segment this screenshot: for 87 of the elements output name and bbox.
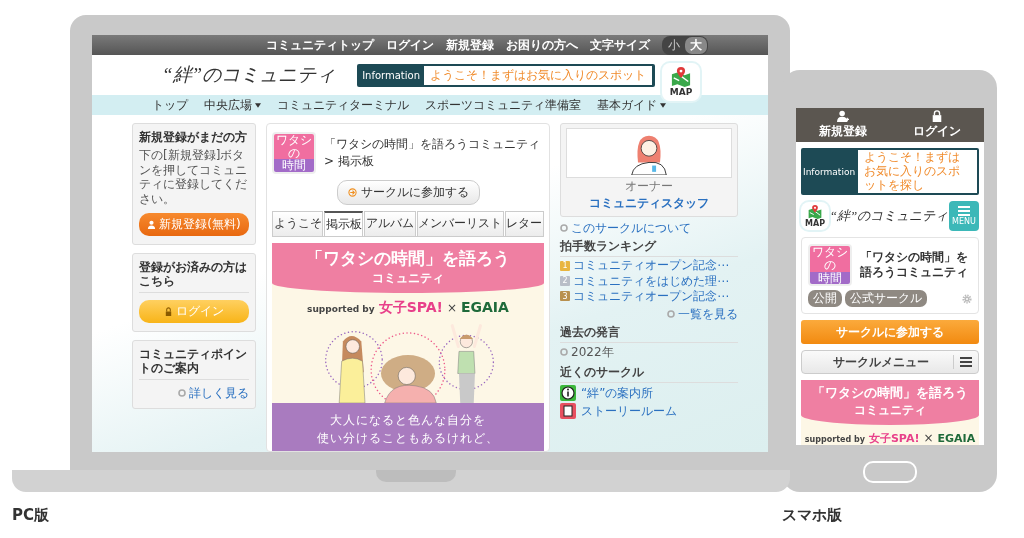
brand-logo: 女子SPA! xyxy=(378,298,443,317)
times-sign: × xyxy=(923,431,934,445)
padlock-icon xyxy=(930,110,944,122)
section-heading: 拍手数ランキング xyxy=(560,236,738,258)
supported-by-text: supported by xyxy=(804,435,865,445)
caption: スマホ版 xyxy=(782,506,843,525)
nav-item[interactable]: 中央広場 xyxy=(204,96,261,114)
info-icon xyxy=(560,384,576,401)
tab[interactable]: 掲示板 xyxy=(324,210,364,236)
site-logo[interactable]: “絆”のコミュニティ xyxy=(829,207,949,226)
tab[interactable]: アルバム xyxy=(364,210,416,236)
home-button[interactable] xyxy=(863,461,917,483)
view-all-link[interactable]: 一覧を見る xyxy=(678,306,738,321)
brand-logo: 女子SPA! xyxy=(868,431,920,445)
map-button[interactable]: MAP xyxy=(801,202,829,231)
circle-logo: ワタシ の 時間 xyxy=(808,244,852,287)
circle-title: 「ワタシの時間」を語ろうコミュニティ xyxy=(860,250,969,281)
rank-badge: 2 xyxy=(560,275,570,286)
font-size-option[interactable]: 大 xyxy=(685,36,707,54)
font-size-label: 文字サイズ xyxy=(590,36,650,54)
owner-name-link[interactable]: コミュニティスタッフ xyxy=(589,195,709,212)
menu-icon xyxy=(958,206,970,217)
enter-icon xyxy=(347,187,357,197)
information-label: Information xyxy=(803,166,856,177)
brand-logo: EGAIA xyxy=(461,298,509,315)
font-size-option[interactable]: 小 xyxy=(663,36,685,54)
bullet-icon xyxy=(560,348,568,357)
about-link[interactable]: このサークルについて xyxy=(571,221,691,236)
tab[interactable]: レター xyxy=(504,210,544,236)
panel-title: コミュニティポイントのご案内 xyxy=(139,346,249,380)
section-heading: 過去の発言 xyxy=(560,321,738,343)
nearby-circle-link[interactable]: ストーリールーム xyxy=(581,403,677,419)
bullet-icon xyxy=(178,388,186,397)
tab[interactable]: ようこそ xyxy=(272,210,324,236)
times-sign: × xyxy=(446,300,457,315)
join-circle-button[interactable]: サークルに参加する xyxy=(336,179,480,205)
banner-title: 「ワタシの時間」を語ろう xyxy=(812,384,968,403)
menu-icon xyxy=(960,357,972,368)
book-icon xyxy=(560,402,576,419)
ranking-link[interactable]: コミュニティをはじめた理⋯ xyxy=(573,273,729,289)
nav-item[interactable]: スポーツコミュニティ準備室 xyxy=(425,96,581,114)
banner-title: 「ワタシの時間」を語ろう xyxy=(306,246,510,270)
top-button[interactable]: ログイン xyxy=(890,108,984,142)
ranking-link[interactable]: コミュニティオープン記念⋯ xyxy=(573,289,729,304)
person-add-icon xyxy=(836,110,850,122)
owner-role: オーナー xyxy=(625,178,673,195)
panel-title: 新規登録がまだの方 xyxy=(139,130,248,145)
tag: 公式サークル xyxy=(845,290,927,308)
rank-badge: 3 xyxy=(560,291,570,302)
year-link[interactable]: 2022年 xyxy=(571,343,614,361)
tag: 公開 xyxy=(808,290,842,308)
panel-title: 登録がお済みの方はこちら xyxy=(139,259,249,293)
information-label: Information xyxy=(362,69,421,81)
settings-icon xyxy=(962,293,972,304)
padlock-icon xyxy=(164,306,173,316)
top-button[interactable]: 新規登録 xyxy=(796,108,890,142)
site-logo[interactable]: “絆”のコミュニティ xyxy=(162,62,336,88)
banner-subtitle: コミュニティ xyxy=(854,402,926,420)
caption: PC版 xyxy=(12,506,50,525)
person-icon xyxy=(147,219,157,229)
bullet-icon xyxy=(667,309,675,318)
top-link[interactable]: 新規登録 xyxy=(446,36,494,54)
map-pin-icon xyxy=(807,204,823,219)
nav-item[interactable]: コミュニティターミナル xyxy=(277,96,409,114)
bullet-icon xyxy=(560,224,568,233)
section-heading: 近くのサークル xyxy=(560,361,738,383)
top-link[interactable]: コミュニティトップ xyxy=(266,36,374,54)
top-link[interactable]: お困りの方へ xyxy=(506,36,578,54)
rank-badge: 1 xyxy=(560,260,570,271)
banner-subtitle: コミュニティ xyxy=(372,269,444,287)
breadcrumb: 「ワタシの時間」を語ろうコミュニティ > 掲示板 xyxy=(324,135,541,170)
supported-by-text: supported by xyxy=(307,303,375,314)
banner-message: 大人になると色んな自分を 使い分けることもあるけれど、 xyxy=(272,402,544,451)
circle-logo: ワタシ の 時間 xyxy=(272,132,316,174)
nav-item[interactable]: トップ xyxy=(152,96,188,114)
information-text: ようこそ！まずはお気に入りのスポットを探し xyxy=(858,150,977,194)
panel-text: 下の[新規登録]ボタンを押してコミュニティに登録してください。 xyxy=(139,148,248,206)
nearby-circle-link[interactable]: “絆”の案内所 xyxy=(581,385,654,401)
brand-logo: EGAIA xyxy=(937,432,976,445)
map-pin-icon xyxy=(670,67,692,87)
information-text: ようこそ！まずはお気に入りのスポット xyxy=(424,65,653,85)
top-link[interactable]: ログイン xyxy=(386,36,434,54)
details-link[interactable]: 詳しく見る xyxy=(189,385,249,400)
ranking-link[interactable]: コミュニティオープン記念⋯ xyxy=(573,258,729,273)
tab[interactable]: メンバーリスト xyxy=(416,210,504,236)
map-button[interactable]: MAP xyxy=(662,63,700,101)
circle-menu-button[interactable]: サークルメニュー xyxy=(801,350,979,375)
